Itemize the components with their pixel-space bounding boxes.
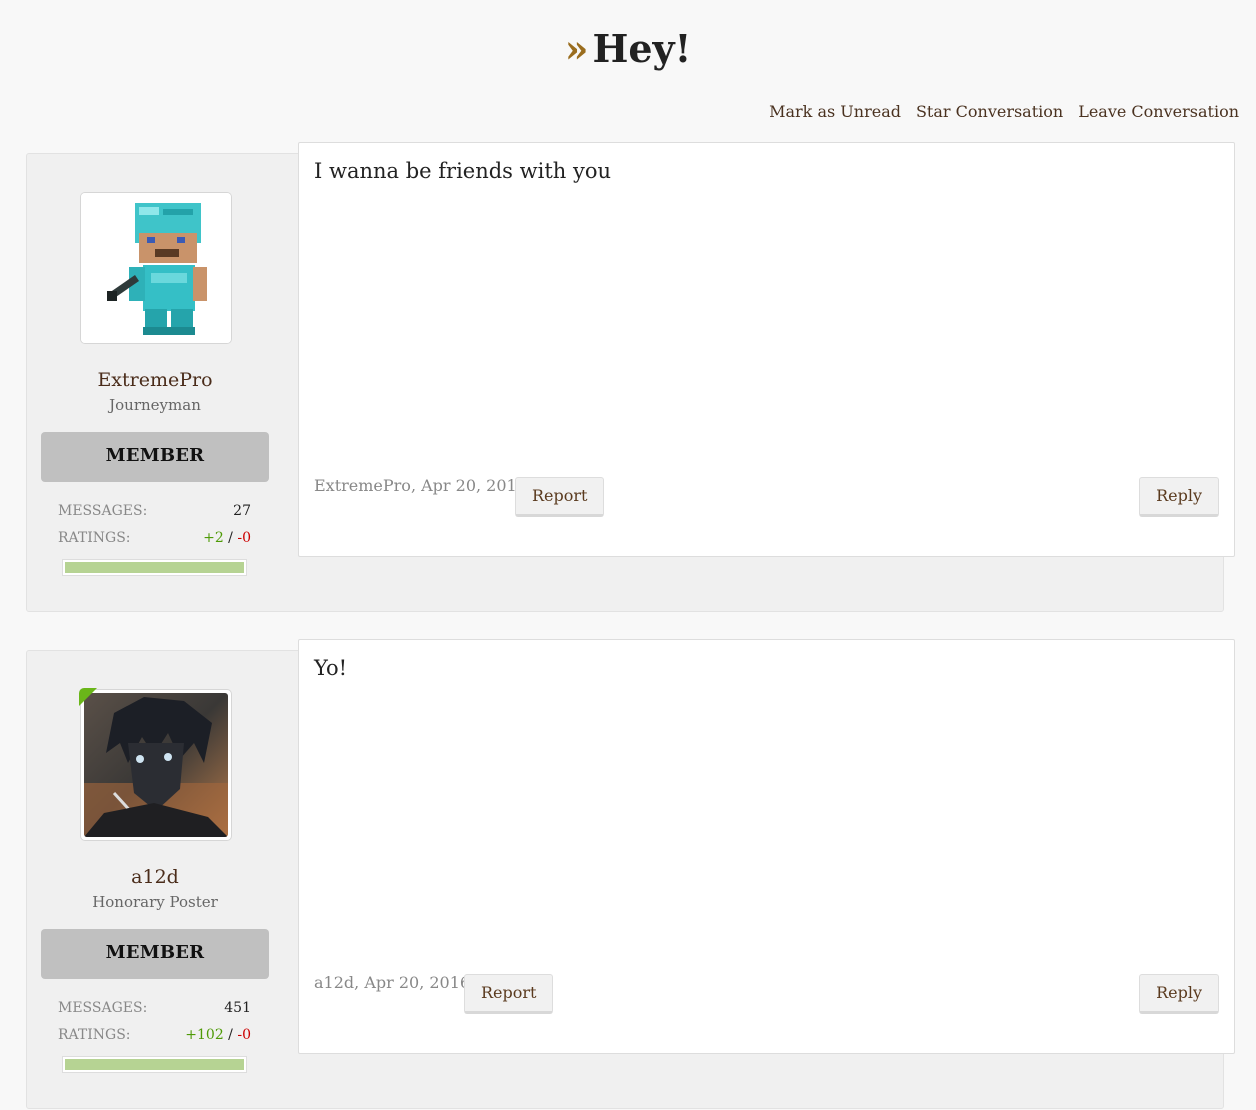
messages-label: MESSAGES: xyxy=(58,503,148,519)
ratings-negative: -0 xyxy=(237,1027,251,1043)
ratings-separator: / xyxy=(223,530,238,546)
report-button[interactable]: Report xyxy=(515,477,605,517)
message-content: Yo! a12d, Apr 20, 2016 Report Reply xyxy=(298,639,1235,1054)
online-status-icon xyxy=(79,688,97,706)
title-raquo: » xyxy=(564,26,589,71)
reply-button[interactable]: Reply xyxy=(1139,974,1219,1014)
avatar[interactable] xyxy=(80,192,232,344)
rating-bar-fill xyxy=(63,1057,246,1072)
message-1: ExtremePro Journeyman MEMBER MESSAGES: 2… xyxy=(26,142,1235,612)
ratings-stat: RATINGS: +2 / -0 xyxy=(58,530,251,546)
mark-as-unread-link[interactable]: Mark as Unread xyxy=(769,102,901,121)
member-banner: MEMBER xyxy=(41,929,269,979)
message-text: I wanna be friends with you xyxy=(314,159,611,183)
user-title: Journeyman xyxy=(109,396,201,414)
username[interactable]: a12d xyxy=(27,866,283,888)
rating-bar xyxy=(62,559,247,576)
rating-bar xyxy=(62,1056,247,1073)
rating-bar-fill xyxy=(63,560,246,575)
message-text: Yo! xyxy=(314,656,348,680)
ratings-label: RATINGS: xyxy=(58,1027,131,1043)
message-2: a12d Honorary Poster MEMBER MESSAGES: 45… xyxy=(26,639,1235,1109)
message-content: I wanna be friends with you ExtremePro, … xyxy=(298,142,1235,557)
reply-button[interactable]: Reply xyxy=(1139,477,1219,517)
conversation-actions: Mark as Unread Star Conversation Leave C… xyxy=(769,102,1239,121)
ratings-values: +2 / -0 xyxy=(203,530,251,546)
messages-label: MESSAGES: xyxy=(58,1000,148,1016)
messages-count: 27 xyxy=(233,503,251,519)
messages-count: 451 xyxy=(224,1000,251,1016)
message-meta: a12d, Apr 20, 2016 xyxy=(314,973,471,992)
ratings-negative: -0 xyxy=(237,530,251,546)
message-user-info: a12d Honorary Poster MEMBER MESSAGES: 45… xyxy=(27,651,297,1108)
message-user-info: ExtremePro Journeyman MEMBER MESSAGES: 2… xyxy=(27,154,297,611)
message-meta: ExtremePro, Apr 20, 2016 xyxy=(314,476,527,495)
ratings-positive: +102 xyxy=(185,1027,224,1043)
leave-conversation-link[interactable]: Leave Conversation xyxy=(1078,102,1239,121)
report-button[interactable]: Report xyxy=(464,974,554,1014)
page-title: » Hey! xyxy=(0,26,1256,72)
ratings-values: +102 / -0 xyxy=(185,1027,251,1043)
ratings-label: RATINGS: xyxy=(58,530,131,546)
avatar-image xyxy=(81,193,231,343)
avatar[interactable] xyxy=(80,689,232,841)
messages-stat: MESSAGES: 451 xyxy=(58,1000,251,1016)
user-title: Honorary Poster xyxy=(92,893,218,911)
member-banner: MEMBER xyxy=(41,432,269,482)
avatar-image xyxy=(84,693,228,839)
ratings-positive: +2 xyxy=(203,530,224,546)
ratings-separator: / xyxy=(223,1027,238,1043)
ratings-stat: RATINGS: +102 / -0 xyxy=(58,1027,251,1043)
username[interactable]: ExtremePro xyxy=(27,369,283,391)
messages-stat: MESSAGES: 27 xyxy=(58,503,251,519)
star-conversation-link[interactable]: Star Conversation xyxy=(916,102,1063,121)
title-text: Hey! xyxy=(592,26,692,71)
